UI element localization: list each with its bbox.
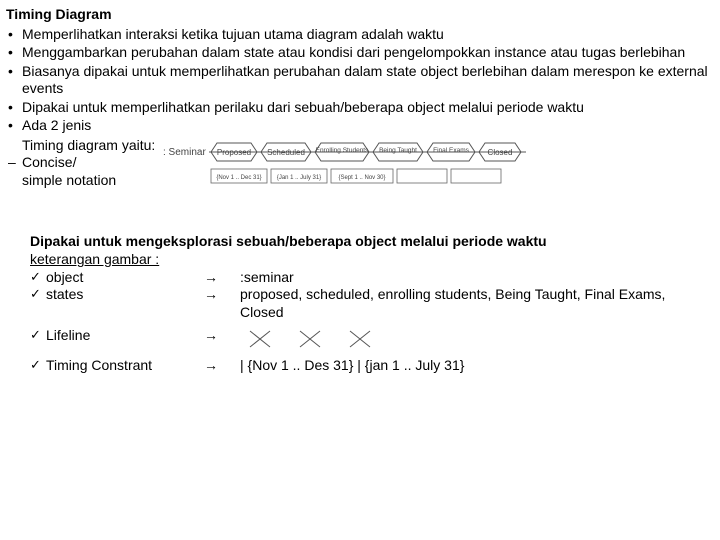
svg-text:Closed: Closed — [488, 148, 513, 157]
sub-line: Timing diagram yaitu: — [6, 137, 155, 155]
lifeline-icon — [240, 327, 400, 351]
svg-text:Proposed: Proposed — [217, 148, 251, 157]
slide-title: Timing Diagram — [6, 6, 710, 24]
slide: Timing Diagram Memperlihatkan interaksi … — [0, 0, 720, 375]
legend-lifeline-value — [240, 327, 710, 351]
bullet-item: Menggambarkan perubahan dalam state atau… — [6, 44, 710, 62]
timing-diagram-figure: : Seminar Proposed Scheduled Enrol — [155, 137, 710, 197]
svg-text:{Sept 1 .. Nov 30}: {Sept 1 .. Nov 30} — [339, 175, 386, 181]
bullet-item: Biasanya dipakai untuk memperlihatkan pe… — [6, 63, 710, 98]
diagram-states: Proposed Scheduled Enrolling Students Be… — [211, 143, 521, 161]
arrow-icon: → — [204, 327, 236, 351]
legend-constraint-label: Timing Constrant — [30, 357, 200, 375]
bullet-list: Memperlihatkan interaksi ketika tujuan u… — [6, 26, 710, 135]
sub-section: Timing diagram yaitu: Concise/ simple no… — [6, 137, 155, 190]
legend-states-value: proposed, scheduled, enrolling students,… — [240, 286, 710, 321]
bullet-item: Ada 2 jenis — [6, 117, 710, 135]
diagram-object-label: : Seminar — [163, 147, 206, 158]
bottom-caption: Dipakai untuk mengeksplorasi sebuah/bebe… — [30, 233, 710, 251]
arrow-icon: → — [204, 357, 236, 375]
svg-text:{Nov 1 .. Dec 31}: {Nov 1 .. Dec 31} — [217, 175, 262, 181]
concise-text-2: simple notation — [22, 172, 116, 188]
bottom-section: Dipakai untuk mengeksplorasi sebuah/bebe… — [6, 233, 710, 375]
legend-lifeline-label: Lifeline — [30, 327, 200, 351]
legend-constraint-value: | {Nov 1 .. Des 31} | {jan 1 .. July 31} — [240, 357, 710, 375]
bullet-item: Memperlihatkan interaksi ketika tujuan u… — [6, 26, 710, 44]
legend-grid: object → :seminar states → proposed, sch… — [30, 269, 710, 375]
svg-text:{Jan 1 .. July 31}: {Jan 1 .. July 31} — [277, 175, 321, 181]
arrow-icon: → — [204, 286, 236, 321]
legend-object-value: :seminar — [240, 269, 710, 287]
svg-text:Enrolling Students: Enrolling Students — [316, 147, 370, 154]
legend-title: keterangan gambar : — [30, 251, 710, 269]
svg-text:Scheduled: Scheduled — [267, 148, 305, 157]
bullet-item: Dipakai untuk memperlihatkan perilaku da… — [6, 99, 710, 117]
svg-text:Final Exams: Final Exams — [433, 147, 470, 154]
arrow-icon: → — [204, 269, 236, 287]
svg-text:Being Taught: Being Taught — [379, 147, 417, 154]
legend-object-label: object — [30, 269, 200, 287]
legend-states-label: states — [30, 286, 200, 321]
concise-text-1: Concise/ — [22, 154, 76, 170]
diagram-timeboxes: {Nov 1 .. Dec 31} {Jan 1 .. July 31} {Se… — [211, 169, 501, 183]
concise-line: Concise/ simple notation — [6, 154, 155, 189]
